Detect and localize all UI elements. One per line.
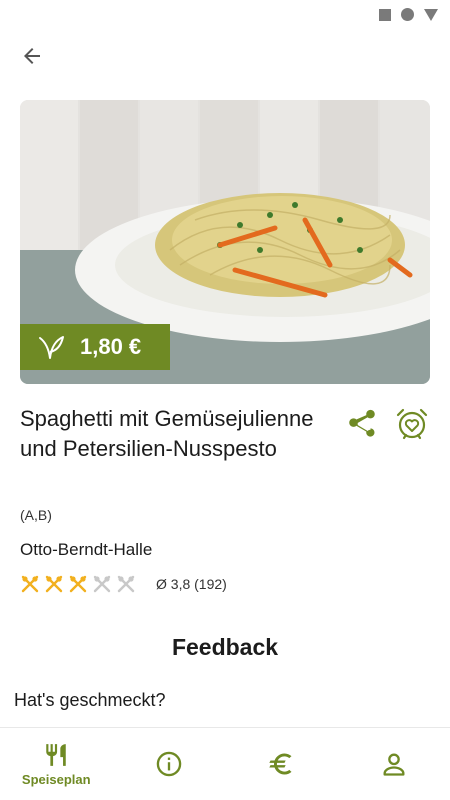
rating-icon-filled (21, 575, 39, 593)
feedback-title: Feedback (171, 634, 279, 660)
nav-item-profile[interactable] (338, 728, 450, 800)
rating-icons (20, 574, 136, 594)
dish-image: 1,80 € (20, 100, 430, 384)
price-badge: 1,80 € (20, 324, 170, 370)
rating-icon-filled (45, 575, 63, 593)
back-button[interactable] (16, 40, 48, 72)
circle-icon (401, 8, 414, 21)
rating-icon-empty (93, 575, 111, 593)
nav-item-prices[interactable] (225, 728, 338, 800)
nav-item-info[interactable] (113, 728, 226, 800)
share-icon (349, 409, 375, 437)
rating: Ø 3,8 (192) (20, 574, 227, 594)
rating-icon-filled (69, 575, 87, 593)
bottom-nav: Speiseplan (0, 727, 450, 800)
rating-icon-empty (117, 575, 135, 593)
dish-actions (344, 406, 430, 442)
allergens-label: (A,B) (20, 507, 52, 523)
price-label: 1,80 € (80, 334, 142, 359)
square-icon (379, 8, 391, 21)
fork-knife-icon (46, 743, 66, 766)
status-bar (0, 0, 450, 32)
location-label: Otto-Berndt-Halle (20, 540, 153, 559)
person-icon (383, 753, 405, 776)
status-icons (379, 8, 438, 21)
feedback-question: Hat's geschmeckt? (14, 690, 166, 710)
back-arrow-icon (24, 48, 40, 64)
vegan-leaf-icon (39, 336, 64, 359)
nav-label-speiseplan: Speiseplan (21, 771, 91, 787)
nav-item-speiseplan[interactable]: Speiseplan (0, 728, 113, 800)
favorite-alarm-button[interactable] (394, 406, 430, 442)
share-button[interactable] (344, 406, 380, 442)
dish-title: Spaghetti mit Gemüsejulienne und Petersi… (20, 406, 314, 461)
info-icon (156, 751, 181, 777)
alarm-heart-icon (396, 408, 428, 440)
triangle-icon (424, 8, 438, 21)
euro-icon (269, 753, 292, 775)
rating-text: Ø 3,8 (192) (156, 576, 227, 592)
